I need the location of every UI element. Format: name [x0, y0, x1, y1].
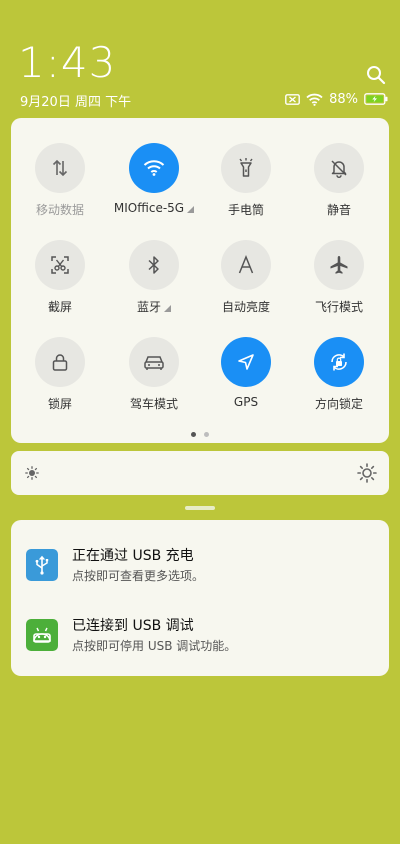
- flashlight-icon: [221, 143, 271, 193]
- tile-label: 飞行模式: [314, 300, 363, 314]
- usb-icon: [26, 549, 58, 581]
- notification-body: 点按即可停用 USB 调试功能。: [72, 639, 237, 653]
- tile-label: GPS: [233, 395, 259, 409]
- airplane-icon: [314, 240, 364, 290]
- tile-label: 静音: [326, 203, 351, 217]
- location-arrow-icon: [221, 337, 271, 387]
- page-dot-active[interactable]: [191, 432, 196, 437]
- lock-icon: [35, 337, 85, 387]
- system-icons: 88%: [285, 90, 388, 108]
- notification-title: 已连接到 USB 调试: [72, 618, 194, 634]
- no-sim-icon: [285, 93, 300, 105]
- expand-triangle-icon: [187, 206, 195, 213]
- brightness-slider[interactable]: [11, 451, 389, 495]
- tile-mute[interactable]: 静音: [293, 143, 385, 218]
- tile-label: 锁屏: [47, 397, 72, 411]
- notification-usb-charging[interactable]: 正在通过 USB 充电 点按即可查看更多选项。: [11, 545, 389, 595]
- notification-body: 点按即可查看更多选项。: [72, 569, 205, 583]
- tile-auto-brightness[interactable]: 自动亮度: [200, 240, 292, 315]
- rotation-lock-icon: [314, 337, 364, 387]
- car-icon: [129, 337, 179, 387]
- search-icon[interactable]: [366, 65, 386, 85]
- mobile-data-icon: [35, 143, 85, 193]
- page-dot[interactable]: [204, 432, 209, 437]
- brightness-low-icon: [25, 465, 39, 484]
- tile-mobile-data[interactable]: 移动数据: [14, 143, 106, 218]
- tile-bluetooth[interactable]: 蓝牙: [108, 240, 200, 315]
- tile-gps[interactable]: GPS: [200, 337, 292, 409]
- clock[interactable]: 1:43: [18, 38, 116, 88]
- tile-flashlight[interactable]: 手电筒: [200, 143, 292, 218]
- tile-rotation-lock[interactable]: 方向锁定: [293, 337, 385, 412]
- tile-label: 蓝牙: [108, 298, 200, 315]
- tile-label: MIOffice-5G: [108, 201, 200, 215]
- tile-lock-screen[interactable]: 锁屏: [14, 337, 106, 412]
- date-label[interactable]: 9月20日 周四 下午: [20, 91, 131, 110]
- mute-bell-icon: [314, 143, 364, 193]
- tile-wifi[interactable]: MIOffice-5G: [108, 143, 200, 215]
- quick-settings-panel: 移动数据 MIOffice-5G 手电筒 静音 截屏 蓝牙 自动亮度 飞行模式 …: [11, 118, 389, 443]
- tile-label: 移动数据: [35, 203, 84, 217]
- tile-screenshot[interactable]: 截屏: [14, 240, 106, 315]
- auto-brightness-icon: [221, 240, 271, 290]
- page-indicator: [11, 432, 389, 437]
- drag-handle[interactable]: [185, 506, 215, 510]
- tile-label: 手电筒: [227, 203, 264, 217]
- battery-percent: 88%: [329, 91, 358, 107]
- status-area: 1:43 9月20日 周四 下午 88%: [0, 0, 400, 112]
- tile-label: 方向锁定: [314, 397, 363, 411]
- android-debug-icon: [26, 619, 58, 651]
- wifi-icon: [129, 143, 179, 193]
- tile-airplane-mode[interactable]: 飞行模式: [293, 240, 385, 315]
- brightness-high-icon: [357, 463, 377, 487]
- expand-triangle-icon: [164, 305, 171, 312]
- bluetooth-icon: [129, 240, 179, 290]
- battery-charging-icon: [364, 93, 388, 105]
- wifi-icon: [306, 93, 323, 106]
- tile-label: 自动亮度: [221, 300, 270, 314]
- screenshot-scissors-icon: [35, 240, 85, 290]
- tile-label: 驾车模式: [129, 397, 178, 411]
- notification-title: 正在通过 USB 充电: [72, 548, 194, 564]
- notification-usb-debugging[interactable]: 已连接到 USB 调试 点按即可停用 USB 调试功能。: [11, 615, 389, 665]
- notification-list: 正在通过 USB 充电 点按即可查看更多选项。 已连接到 USB 调试 点按即可…: [11, 520, 389, 676]
- tile-label: 截屏: [47, 300, 72, 314]
- tile-driving-mode[interactable]: 驾车模式: [108, 337, 200, 412]
